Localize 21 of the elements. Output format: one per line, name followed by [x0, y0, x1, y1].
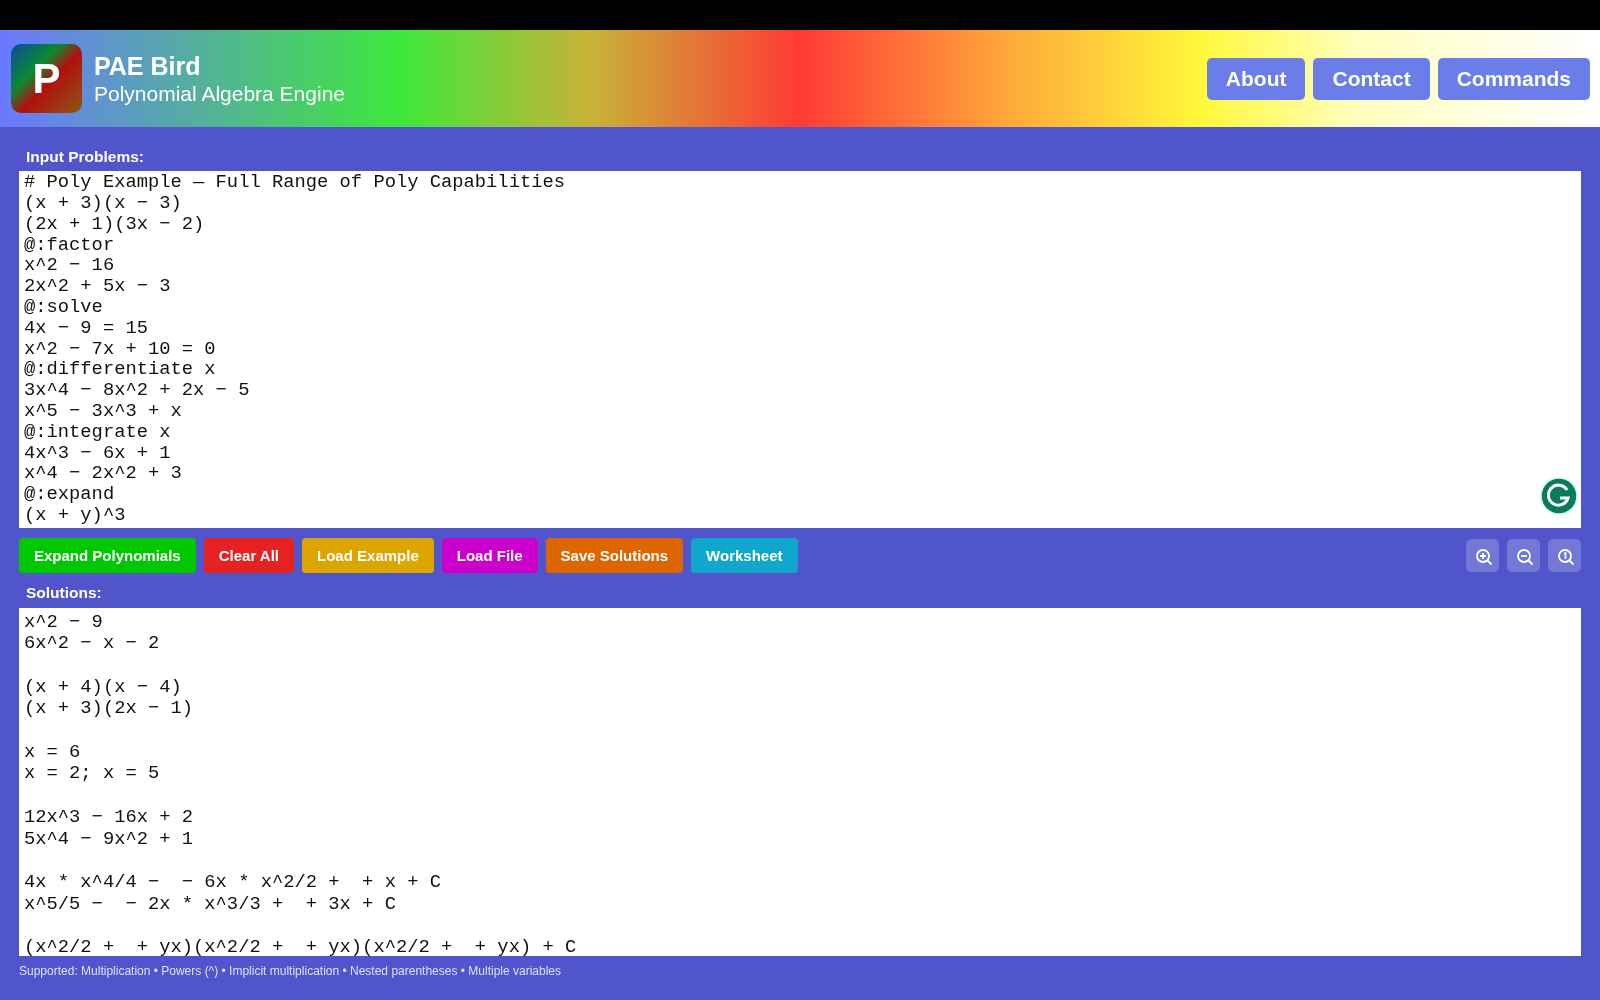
- action-button[interactable]: Expand Polynomials: [19, 538, 196, 574]
- nav-button[interactable]: Commands: [1437, 57, 1590, 100]
- action-button[interactable]: Clear All: [203, 538, 295, 574]
- section-label: Input Problems:: [25, 147, 145, 167]
- input-field[interactable]: # Poly Example — Full Range of Poly Capabilities (x + 3)(x − 3) (2x + 1)(3x − 2) @:factor x^2 − 16 2x^2 + 5x − 3 @:solve 4x − 9 = 15 x^2 − 7x + 10 = 0 @:differentiate x 3x^4 − 8x^2 + 2x − 5 x^5 − 3x^3 + x @:integrate x 4x^3 − 6x + 1 x^4 − 2x^2 + 3 @:expand (x + y)^3: [19, 171, 1581, 529]
- nav-button[interactable]: Contact: [1313, 57, 1430, 100]
- nav-button[interactable]: About: [1206, 57, 1306, 100]
- solutions-field[interactable]: x^2 − 9 6x^2 − x − 2 (x + 4)(x − 4) (x + 3)(2x − 1) x = 6 x = 2; x = 5 12x^3 − 16x + 2 5x^4 − 9x^2 + 1 4x * x^4/4 − − 6x * x^2/2 + + x + C x^5/5 − − 2x * x^3/3 + + 3x + C (x^2/2 + + yx)(x^2/2 + + yx)(x^2/2 + + yx) + C: [19, 607, 1581, 956]
- zoom-reset-button[interactable]: [1548, 539, 1581, 573]
- app-title: PAE Bird: [94, 50, 202, 81]
- action-button[interactable]: Save Solutions: [545, 538, 684, 574]
- footer-text: Supported: Multiplication • Powers (^) • Implicit multiplication • Nested parentheses • Multiple variables: [19, 962, 562, 980]
- action-button[interactable]: Worksheet: [691, 538, 798, 574]
- section-label: Solutions:: [25, 583, 103, 604]
- zoom-out-button[interactable]: [1507, 539, 1540, 573]
- grammar-assistant-icon[interactable]: [1540, 477, 1578, 516]
- action-button[interactable]: Load File: [441, 538, 538, 574]
- app-subtitle: Polynomial Algebra Engine: [94, 80, 345, 107]
- zoom-in-button[interactable]: [1466, 539, 1499, 573]
- action-button[interactable]: Load Example: [302, 538, 434, 574]
- app-logo: P: [11, 44, 82, 113]
